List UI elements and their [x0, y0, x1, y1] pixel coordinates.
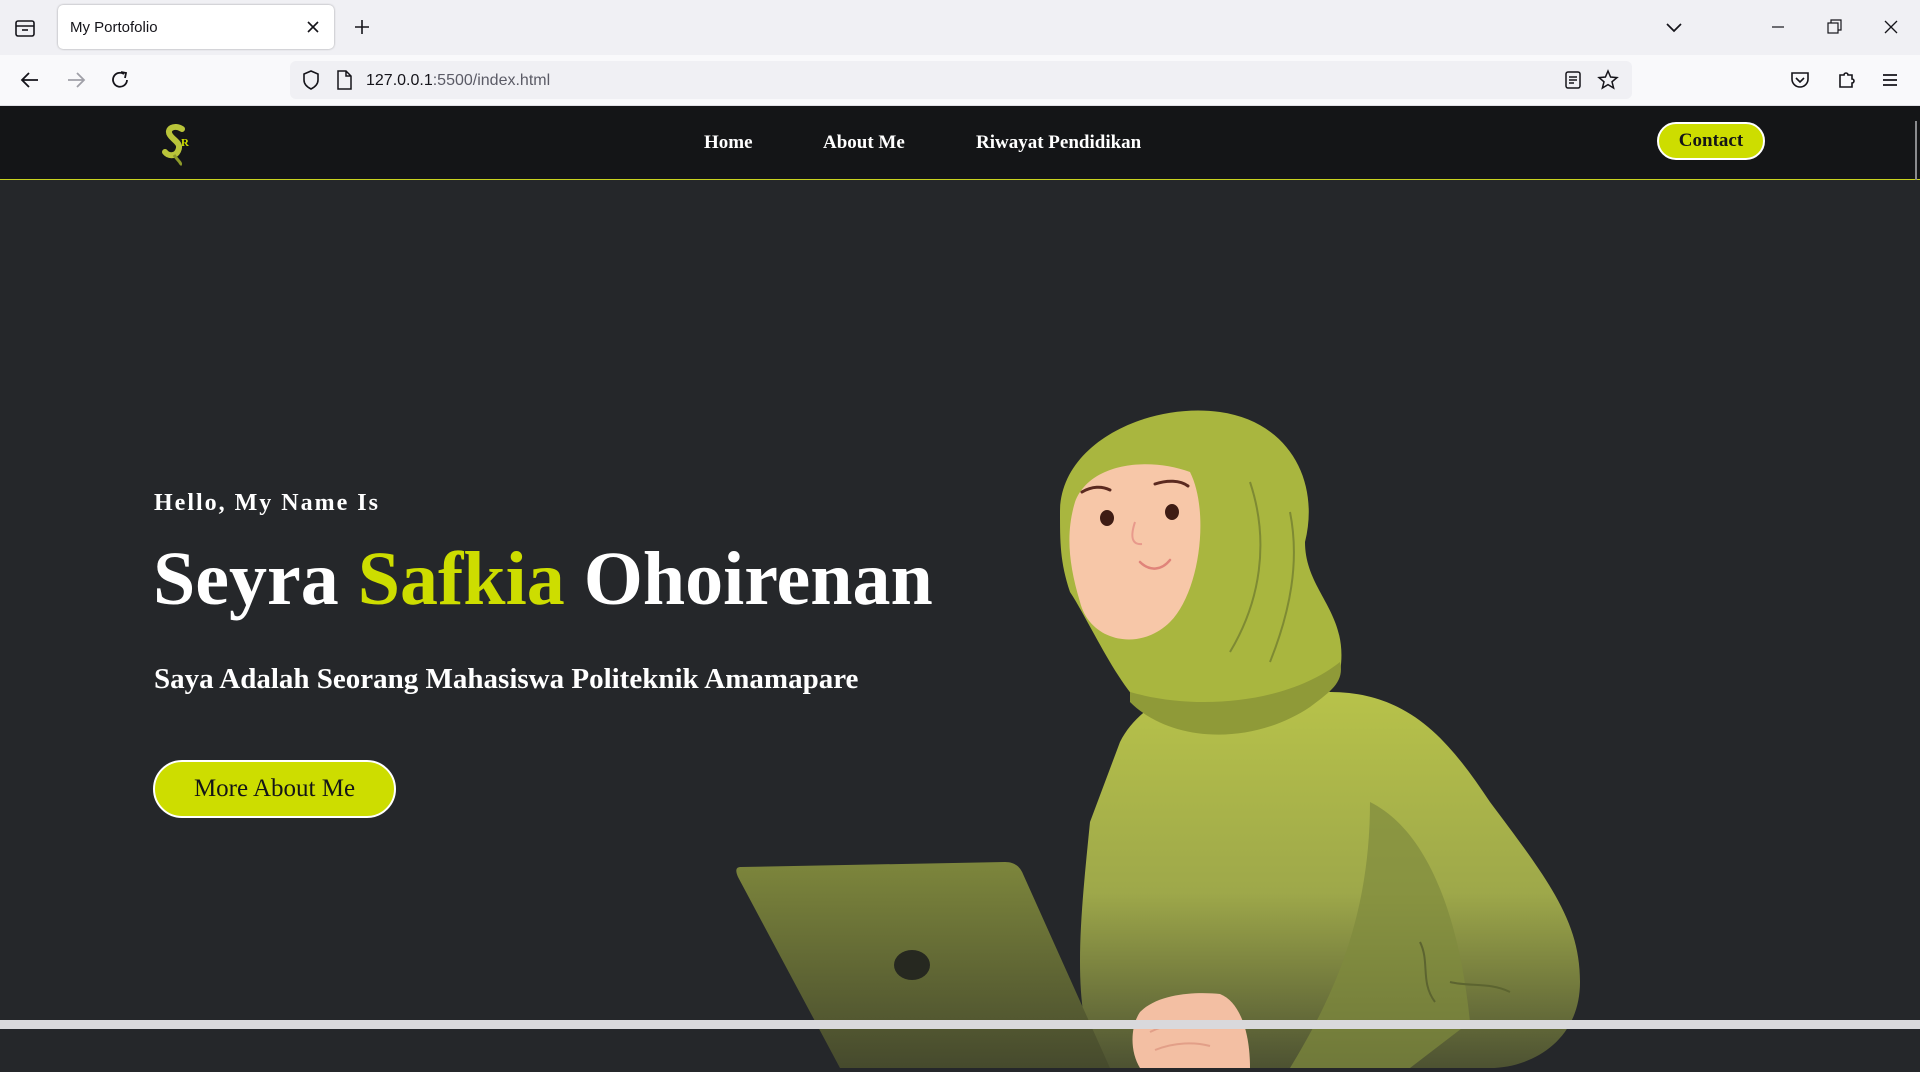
url-bar[interactable]: 127.0.0.1:5500/index.html	[290, 61, 1632, 99]
hero-name: Seyra Safkia Ohoirenan	[153, 536, 933, 623]
logo-icon[interactable]: R	[160, 121, 192, 167]
nav-home-link[interactable]: Home	[704, 132, 753, 154]
url-host: 127.0.0.1	[366, 72, 433, 89]
browser-tab-bar: My Portofolio	[0, 0, 1920, 55]
reader-view-icon[interactable]	[1562, 69, 1584, 91]
hero-greeting: Hello, My Name Is	[154, 490, 380, 516]
forward-arrow-icon[interactable]	[62, 66, 90, 94]
restore-icon[interactable]	[1820, 14, 1848, 40]
pocket-icon[interactable]	[1786, 66, 1814, 94]
url-text: 127.0.0.1:5500/index.html	[366, 72, 550, 90]
hero-subtitle: Saya Adalah Seorang Mahasiswa Politeknik…	[154, 663, 859, 695]
hero-name-first: Seyra	[153, 537, 358, 621]
svg-text:R: R	[181, 137, 190, 149]
minimize-icon[interactable]	[1764, 14, 1792, 40]
chevron-down-icon[interactable]	[1662, 16, 1686, 38]
menu-icon[interactable]	[1876, 66, 1904, 94]
hero-name-last: Ohoirenan	[564, 537, 933, 621]
tab-title: My Portofolio	[70, 19, 158, 36]
next-section-edge	[0, 1020, 1920, 1029]
nav-about-link[interactable]: About Me	[823, 132, 905, 154]
extensions-icon[interactable]	[1832, 66, 1860, 94]
shield-icon[interactable]	[300, 69, 322, 91]
url-path: :5500/index.html	[432, 72, 551, 89]
site-header: R Home About Me Riwayat Pendidikan Conta…	[0, 106, 1920, 334]
plus-icon[interactable]	[350, 15, 374, 39]
close-icon[interactable]	[304, 18, 322, 36]
star-icon[interactable]	[1596, 68, 1620, 92]
browser-tab[interactable]: My Portofolio	[58, 5, 334, 49]
page-icon[interactable]	[334, 69, 354, 91]
hero-name-accent: Safkia	[357, 537, 565, 621]
window-close-icon[interactable]	[1877, 14, 1905, 40]
hero-illustration	[736, 410, 1580, 1068]
nav-education-link[interactable]: Riwayat Pendidikan	[976, 132, 1141, 154]
browser-toolbar: 127.0.0.1:5500/index.html	[0, 55, 1920, 106]
more-about-me-button[interactable]: More About Me	[153, 760, 396, 818]
reload-icon[interactable]	[106, 66, 134, 94]
back-arrow-icon[interactable]	[16, 66, 44, 94]
tab-list-icon[interactable]	[12, 16, 38, 40]
website: R Home About Me Riwayat Pendidikan Conta…	[0, 106, 1920, 1068]
contact-button[interactable]: Contact	[1657, 122, 1765, 160]
